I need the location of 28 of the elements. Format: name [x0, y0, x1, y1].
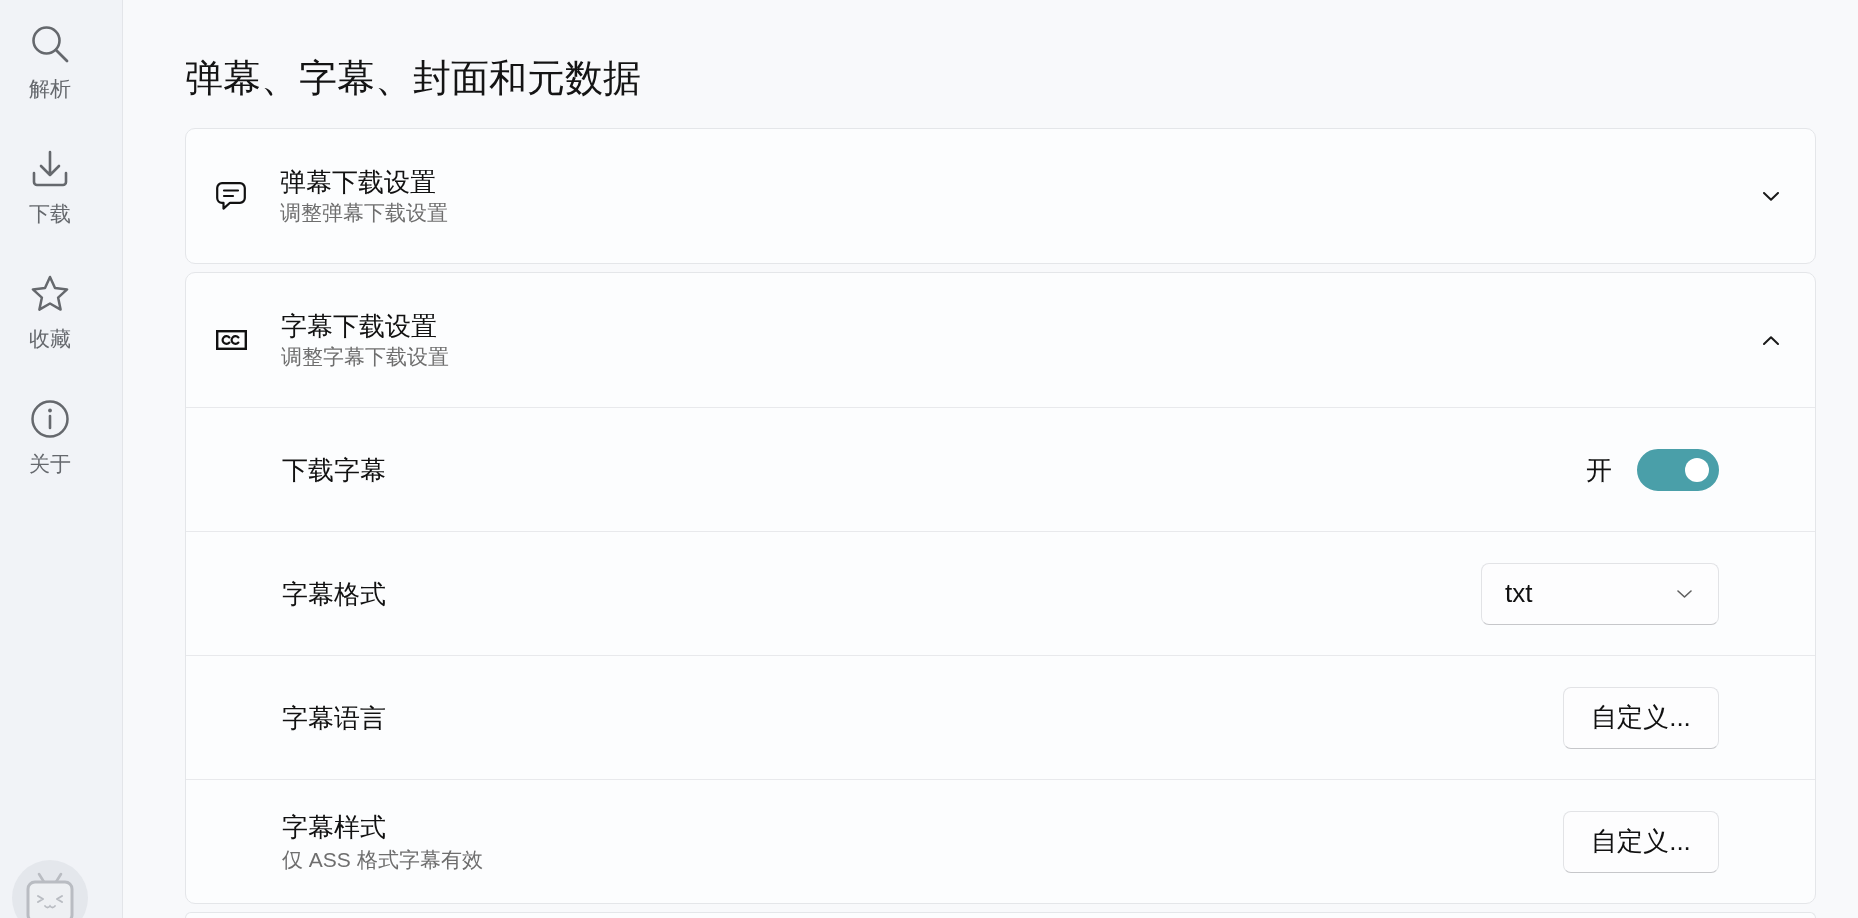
nav-item[interactable]: 收藏: [29, 274, 71, 353]
download-icon: [30, 149, 70, 189]
section-title: 弹幕下载设置: [280, 166, 436, 198]
closed-caption-icon: [216, 330, 247, 350]
nav-item[interactable]: 下载: [29, 149, 71, 228]
setting-label: 字幕样式: [282, 810, 386, 843]
info-icon: [30, 399, 70, 439]
section-subtitle: 调整字幕下载设置: [281, 344, 449, 370]
setting-description: 仅 ASS 格式字幕有效: [282, 846, 483, 873]
chevron-up-icon[interactable]: [1763, 335, 1779, 345]
chevron-down-icon[interactable]: [1763, 191, 1779, 201]
toggle-state-label: 开: [1586, 453, 1612, 486]
chat-bubble-icon: [216, 182, 246, 210]
search-icon: [30, 24, 70, 64]
setting-label: 字幕格式: [282, 577, 386, 610]
toggle-switch[interactable]: [1637, 448, 1719, 491]
nav-item[interactable]: 关于: [29, 399, 71, 478]
setting-label: 字幕语言: [282, 701, 386, 734]
star-icon: [30, 274, 70, 314]
page-title: 弹幕、字幕、封面和元数据: [185, 56, 642, 101]
customize-button[interactable]: 自定义...: [1563, 686, 1719, 749]
chevron-down-icon: [1677, 589, 1692, 598]
format-dropdown[interactable]: txt: [1481, 562, 1719, 625]
customize-button[interactable]: 自定义...: [1563, 810, 1719, 873]
section-title: 字幕下载设置: [281, 310, 437, 342]
setting-label: 下载字幕: [282, 453, 386, 486]
nav-item[interactable]: 解析: [29, 24, 71, 103]
section-subtitle: 调整弹幕下载设置: [280, 200, 448, 226]
